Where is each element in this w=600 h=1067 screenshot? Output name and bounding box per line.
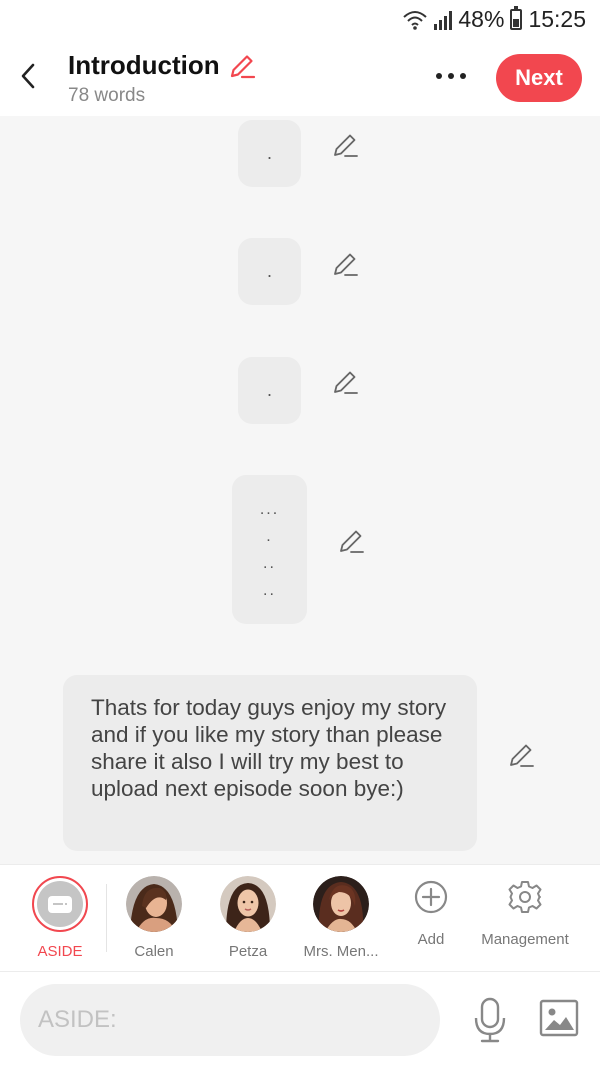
more-dot-icon [460, 73, 466, 79]
character-label: ASIDE [37, 943, 83, 960]
message-line: .. [263, 554, 276, 572]
avatar [313, 876, 369, 932]
input-bar [0, 972, 600, 1067]
message-line: .. [263, 581, 276, 599]
chevron-left-icon [21, 63, 35, 89]
back-button[interactable] [14, 58, 42, 94]
message-bubble[interactable]: . [238, 238, 301, 305]
character-label: Mrs. Men... [303, 943, 379, 960]
signal-icon [434, 10, 453, 30]
title-group: Introduction 78 words [68, 50, 256, 107]
battery-percent: 48% [458, 6, 505, 32]
avatar [220, 876, 276, 932]
character-petza[interactable]: Petza [198, 865, 298, 971]
character-mrs-men[interactable]: Mrs. Men... [291, 865, 391, 971]
message-text: . [266, 380, 272, 400]
clock: 15:25 [528, 6, 586, 32]
edit-message-icon[interactable] [332, 369, 360, 397]
microphone-icon[interactable] [470, 996, 510, 1044]
note-icon [48, 895, 72, 913]
wifi-icon [403, 10, 428, 30]
top-bar: Introduction 78 words Next [0, 44, 600, 116]
message-text: . [266, 143, 272, 163]
gear-icon [508, 881, 542, 913]
plus-circle-icon [414, 880, 448, 914]
management-button[interactable]: Management [475, 865, 575, 971]
message-bubble[interactable]: Thats for today guys enjoy my story and … [63, 675, 477, 851]
message-line: ... [259, 500, 280, 518]
edit-title-icon[interactable] [228, 52, 256, 80]
edit-message-icon[interactable] [332, 132, 360, 160]
management-label: Management [481, 931, 569, 948]
character-label: Petza [228, 943, 268, 960]
status-bar: 48% 15:25 [0, 0, 600, 44]
edit-message-icon[interactable] [338, 528, 366, 556]
message-bubble[interactable]: ... . .. .. [232, 475, 307, 624]
page-title: Introduction [68, 50, 220, 80]
message-bubble[interactable]: . [238, 120, 301, 187]
character-aside[interactable]: ASIDE [10, 865, 110, 971]
next-button[interactable]: Next [496, 54, 582, 102]
edit-message-icon[interactable] [332, 251, 360, 279]
message-text: . [266, 261, 272, 281]
aside-avatar [32, 876, 88, 932]
message-text: Thats for today guys enjoy my story and … [91, 695, 447, 801]
character-label: Calen [134, 943, 174, 960]
more-dot-icon [436, 73, 442, 79]
edit-message-icon[interactable] [508, 742, 536, 770]
character-calen[interactable]: Calen [104, 865, 204, 971]
avatar [126, 876, 182, 932]
character-bar: ASIDE Calen Petza Mrs. Men... Add Manage… [0, 864, 600, 972]
image-icon[interactable] [538, 998, 580, 1038]
aside-input[interactable] [20, 984, 440, 1056]
battery-icon [510, 6, 523, 30]
add-character-button[interactable]: Add [381, 865, 481, 971]
divider [106, 884, 107, 952]
word-count: 78 words [68, 85, 146, 106]
more-options-button[interactable] [436, 64, 466, 88]
message-line: . [266, 527, 273, 545]
message-bubble[interactable]: . [238, 357, 301, 424]
more-dot-icon [448, 73, 454, 79]
add-label: Add [417, 931, 445, 948]
